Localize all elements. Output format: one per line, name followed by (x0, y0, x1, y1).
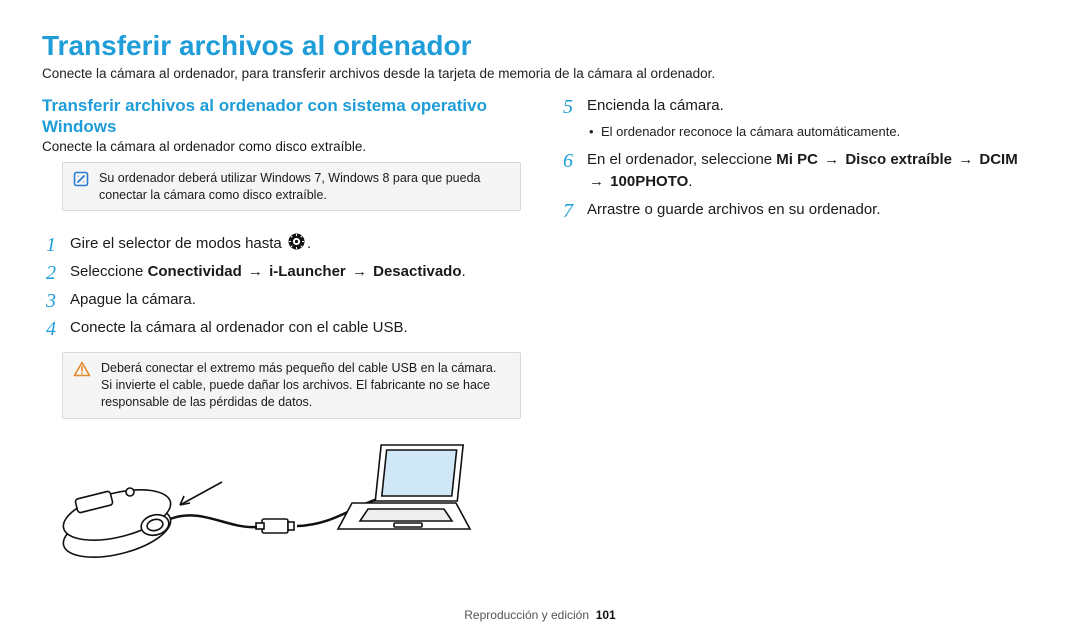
info-note-text: Su ordenador deberá utilizar Windows 7, … (99, 170, 510, 204)
section-title: Transferir archivos al ordenador con sis… (42, 95, 521, 138)
right-column: Encienda la cámara. El ordenador reconoc… (559, 95, 1038, 570)
warning-note-text: Deberá conectar el extremo más pequeño d… (101, 360, 510, 411)
step-5-sub-item: El ordenador reconoce la cámara automáti… (589, 123, 1038, 141)
step-2: Seleccione Conectividad → i-Launcher → D… (42, 261, 521, 283)
warning-icon (73, 361, 91, 382)
info-note-box: Su ordenador deberá utilizar Windows 7, … (62, 162, 521, 212)
step-4: Conecte la cámara al ordenador con el ca… (42, 317, 521, 339)
steps-right-cont: En el ordenador, seleccione Mi PC → Disc… (559, 149, 1038, 220)
step-7: Arrastre o guarde archivos en su ordenad… (559, 199, 1038, 221)
info-icon (73, 171, 89, 192)
mode-dial-icon (288, 233, 305, 250)
steps-left: Gire el selector de modos hasta . (42, 233, 521, 338)
left-column: Transferir archivos al ordenador con sis… (42, 95, 521, 570)
steps-right: Encienda la cámara. (559, 95, 1038, 117)
step-5-sub: El ordenador reconoce la cámara automáti… (589, 123, 1038, 141)
warning-note-box: Deberá conectar el extremo más pequeño d… (62, 352, 521, 419)
footer-page-number: 101 (596, 608, 616, 622)
usb-illustration (52, 437, 521, 570)
step-5: Encienda la cámara. (559, 95, 1038, 117)
step-6: En el ordenador, seleccione Mi PC → Disc… (559, 149, 1038, 193)
step-3: Apague la cámara. (42, 289, 521, 311)
intro-text: Conecte la cámara al ordenador, para tra… (42, 66, 1038, 81)
page-title: Transferir archivos al ordenador (42, 30, 1038, 62)
section-subtitle: Conecte la cámara al ordenador como disc… (42, 139, 521, 154)
content-columns: Transferir archivos al ordenador con sis… (42, 95, 1038, 570)
footer-section-label: Reproducción y edición (464, 608, 589, 622)
page-footer: Reproducción y edición 101 (0, 608, 1080, 622)
step-1: Gire el selector de modos hasta . (42, 233, 521, 255)
